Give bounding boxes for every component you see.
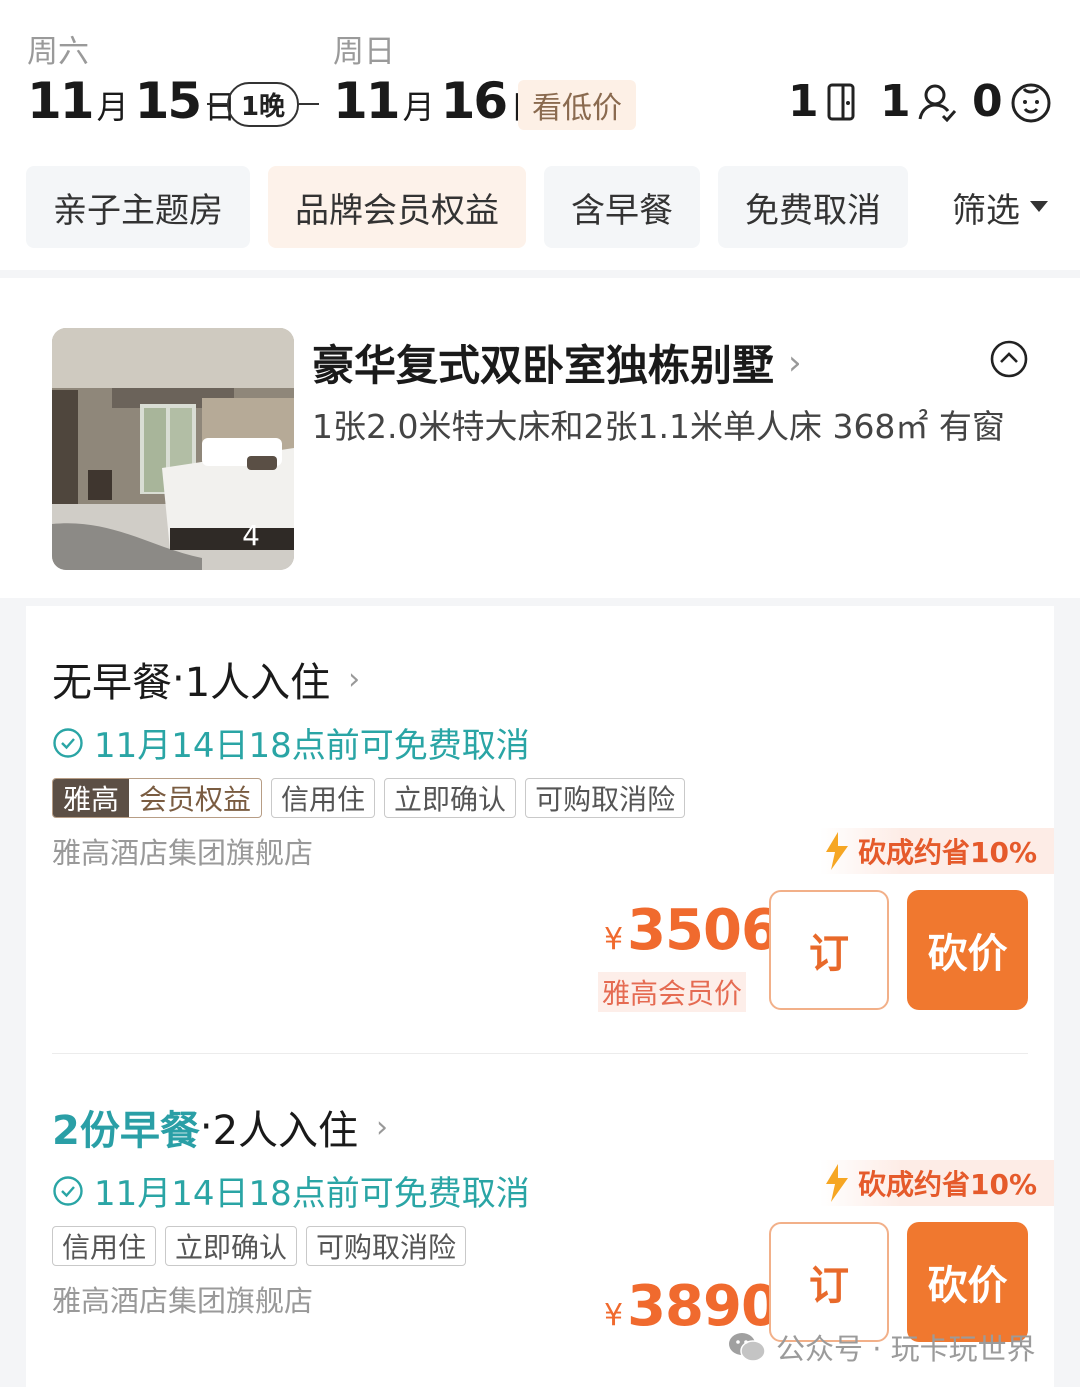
rate-plan-1-price: ¥ 3506 [604, 898, 780, 963]
tag-instant-confirm: 立即确认 [165, 1226, 298, 1266]
checkout-date[interactable]: 11 月 16 日 [333, 72, 548, 130]
door-icon [827, 83, 855, 120]
rate-plan-2-meal: 2份早餐 [52, 1108, 200, 1154]
room-count: 1 [788, 76, 819, 127]
rate-plan-2-book-button[interactable]: 订 [769, 1222, 889, 1342]
check-circle-icon [53, 1175, 83, 1206]
room-title-link[interactable]: 豪华复式双卧室独栋别墅 › [312, 332, 802, 393]
checkin-weekday: 周六 [27, 34, 89, 70]
adult-count: 1 [880, 76, 911, 127]
watermark: 公众号 · 玩卡玩世界 [728, 1326, 1036, 1368]
person-icon [918, 84, 956, 122]
rate-plan-2-save-text: 砍成约省10% [858, 1168, 1038, 1201]
rate-plan-1-title[interactable]: 无早餐 · 1人入住 › [52, 650, 360, 708]
section-divider [0, 270, 1080, 278]
tag-cancel-insurance: 可购取消险 [525, 778, 686, 818]
tag-credit-stay: 信用住 [52, 1226, 157, 1266]
watermark-text: 公众号 · 玩卡玩世界 [776, 1332, 1036, 1366]
chevron-right-icon: › [348, 661, 361, 697]
room-title: 豪华复式双卧室独栋别墅 [312, 341, 775, 390]
currency-symbol: ¥ [604, 1298, 624, 1333]
room-spec: 1张2.0米特大床和2张1.1米单人床 368㎡ 有窗 [312, 407, 1005, 446]
nights-count: 1晚 [226, 81, 300, 127]
low-price-button[interactable]: 看低价 [518, 80, 636, 130]
filter-chip-family-room[interactable]: 亲子主题房 [26, 166, 250, 248]
rate-plan-2-save-badge: 砍成约省10% [820, 1160, 1054, 1206]
child-count: 0 [972, 76, 1003, 127]
checkin-month-unit: 月 [96, 88, 129, 126]
filter-chip-brand-member[interactable]: 品牌会员权益 [268, 166, 526, 248]
chevron-right-icon: › [376, 1109, 389, 1145]
tag-instant-confirm: 立即确认 [384, 778, 517, 818]
nights-indicator: 1晚 [207, 81, 319, 127]
rate-plan-2-cancel-policy: 11月14日18点前可免费取消 [52, 1166, 530, 1215]
rate-plan-1-amount: 3506 [627, 898, 780, 963]
checkout-month-unit: 月 [402, 88, 435, 126]
lightning-icon [826, 832, 848, 870]
member-brand: 雅高 [53, 779, 130, 817]
child-face-icon [1011, 83, 1051, 122]
rate-plan-1-sep: · [172, 656, 185, 702]
rate-plan-1-seller: 雅高酒店集团旗舰店 [52, 836, 314, 870]
rate-plan-1-price-label: 雅高会员价 [598, 972, 747, 1012]
member-benefit-tag: 雅高 会员权益 [52, 778, 263, 818]
rate-plan-1-tags: 雅高 会员权益 信用住 立即确认 可购取消险 [52, 778, 686, 818]
checkout-weekday: 周日 [333, 34, 395, 70]
checkout-day: 16 [440, 72, 509, 130]
check-circle-icon [53, 727, 83, 758]
rate-plan-2-seller: 雅高酒店集团旗舰店 [52, 1284, 314, 1318]
rate-plan-1-save-text: 砍成约省10% [858, 836, 1038, 869]
tag-cancel-insurance: 可购取消险 [306, 1226, 467, 1266]
lightning-icon [826, 1164, 848, 1202]
rate-plan-1-book-button[interactable]: 订 [769, 890, 889, 1010]
wechat-icon [729, 1333, 766, 1362]
member-benefit: 会员权益 [139, 783, 252, 816]
checkin-day: 15 [134, 72, 203, 130]
tag-credit-stay: 信用住 [271, 778, 376, 818]
rate-plan-2-guests: 2人入住 [212, 1108, 359, 1154]
rate-plan-1-bargain-button[interactable]: 砍价 [907, 890, 1028, 1010]
rate-plan-2-tags: 信用住 立即确认 可购取消险 [52, 1226, 467, 1266]
checkout-month: 11 [333, 72, 401, 130]
filter-chip-free-cancel[interactable]: 免费取消 [718, 166, 908, 248]
checkin-month: 11 [27, 72, 95, 130]
adult-count-selector[interactable]: 1 [880, 76, 957, 127]
rate-plan-2-bargain-button[interactable]: 砍价 [907, 1222, 1028, 1342]
rate-plan-2-title[interactable]: 2份早餐 · 2人入住 › [52, 1098, 388, 1156]
rate-plan-2-cancel-text: 11月14日18点前可免费取消 [94, 1174, 530, 1214]
filter-label: 筛选 [952, 190, 1020, 231]
rate-divider [52, 1053, 1028, 1054]
chevron-right-icon: › [788, 342, 802, 383]
rate-plan-2-sep: · [199, 1104, 213, 1150]
rate-plan-1-save-badge: 砍成约省10% [820, 828, 1054, 874]
photo-count: 4 [242, 519, 260, 552]
caret-down-icon [1030, 201, 1048, 212]
rate-plan-1-cancel-policy: 11月14日18点前可免费取消 [52, 718, 530, 767]
child-count-selector[interactable]: 0 [972, 76, 1053, 127]
rate-plan-1-meal: 无早餐 [52, 660, 172, 706]
currency-symbol: ¥ [604, 922, 624, 957]
collapse-icon[interactable] [990, 340, 1028, 378]
rate-plan-1-guests: 1人入住 [184, 660, 331, 706]
filter-chip-breakfast[interactable]: 含早餐 [544, 166, 700, 248]
filter-button[interactable]: 筛选 [930, 166, 1070, 248]
rate-plan-1-cancel-text: 11月14日18点前可免费取消 [94, 726, 530, 766]
room-count-selector[interactable]: 1 [788, 76, 859, 127]
room-photo[interactable]: 4 [52, 328, 294, 570]
